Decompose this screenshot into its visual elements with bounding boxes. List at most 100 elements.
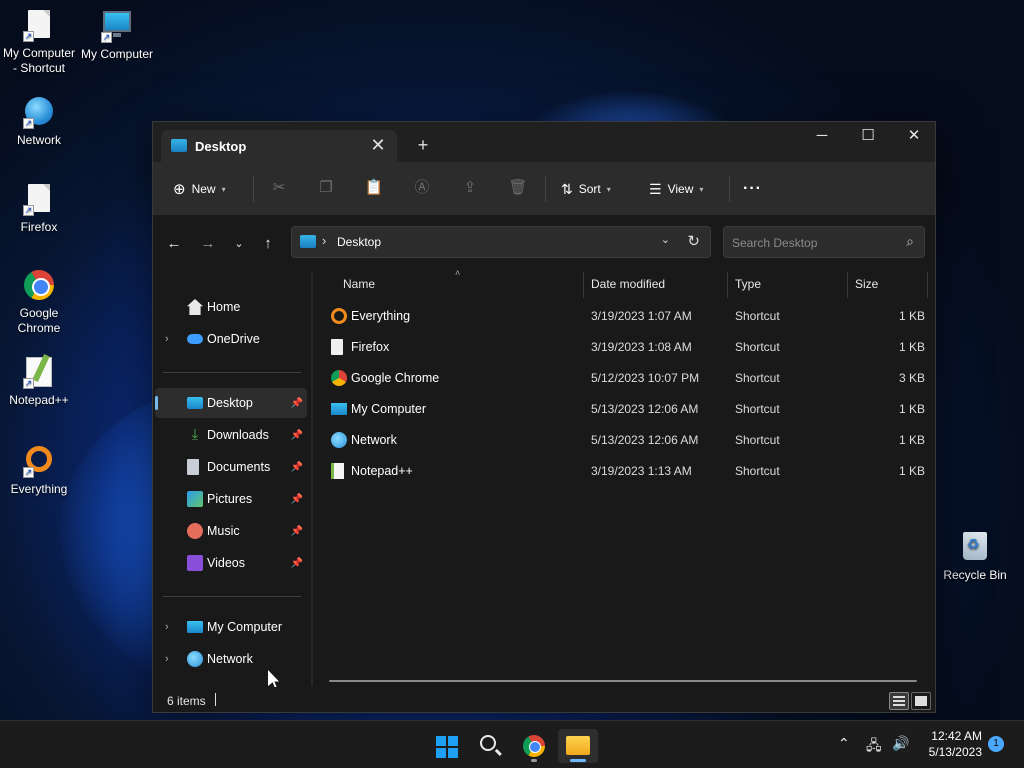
volume-icon[interactable]: 🔊 — [892, 735, 909, 752]
copy-icon[interactable]: ❐ — [314, 176, 338, 200]
refresh-icon[interactable]: ↻ — [687, 232, 700, 250]
file-type: Shortcut — [735, 371, 780, 385]
chevron-down-icon[interactable]: ⌄ — [661, 233, 670, 246]
file-row-firefox[interactable]: Firefox 3/19/2023 1:08 AM Shortcut 1 KB — [329, 332, 925, 363]
desktop-folder-icon — [300, 235, 316, 248]
maximize-button[interactable]: ☐ — [845, 122, 891, 152]
view-button[interactable]: ☰ View ▾ — [649, 174, 703, 204]
search-icon[interactable]: ⌕ — [906, 233, 914, 250]
command-bar: ⊕ New ▾ ✂ ❐ 📋 Ⓐ ⇪ 🗑 ⇅ Sort ▾ ☰ View ▾ ··… — [153, 162, 935, 216]
sidebar-item-music[interactable]: Music 📌 — [155, 516, 307, 546]
toolbar-divider — [545, 176, 546, 202]
desktop-icon-network[interactable]: ↗ Network — [0, 95, 78, 148]
file-size: 1 KB — [898, 464, 925, 478]
pin-icon[interactable]: 📌 — [291, 526, 303, 537]
title-bar[interactable]: Desktop ✕ + ─ ☐ ✕ — [153, 122, 935, 162]
sidebar-item-documents[interactable]: Documents 📌 — [155, 452, 307, 482]
close-tab-button[interactable]: ✕ — [367, 134, 389, 156]
sidebar-item-desktop[interactable]: Desktop 📌 — [155, 388, 307, 418]
desktop-icon-firefox[interactable]: ↗ Firefox — [0, 182, 78, 235]
chevron-right-icon[interactable]: › — [165, 621, 169, 633]
start-button[interactable] — [426, 729, 466, 763]
pin-icon[interactable]: 📌 — [291, 462, 303, 473]
column-header-date[interactable]: Date modified — [591, 272, 665, 296]
file-row-network[interactable]: Network 5/13/2023 12:06 AM Shortcut 1 KB — [329, 425, 925, 456]
file-type: Shortcut — [735, 464, 780, 478]
tab-desktop[interactable]: Desktop ✕ — [161, 130, 397, 162]
horizontal-scrollbar[interactable] — [329, 680, 917, 682]
taskbar-file-explorer[interactable] — [558, 729, 598, 763]
desktop-icon-everything[interactable]: ↗ Everything — [0, 443, 78, 497]
column-divider[interactable] — [727, 272, 728, 298]
network-status-icon[interactable]: 🖧 — [866, 735, 882, 759]
column-header-type[interactable]: Type — [735, 272, 761, 296]
new-button[interactable]: ⊕ New ▾ — [173, 174, 226, 204]
sidebar-item-videos[interactable]: Videos 📌 — [155, 548, 307, 578]
close-window-button[interactable]: ✕ — [891, 122, 937, 152]
sidebar-item-pictures[interactable]: Pictures 📌 — [155, 484, 307, 514]
download-arrow-icon: ⤓ — [191, 426, 199, 443]
file-row-notepad[interactable]: Notepad++ 3/19/2023 1:13 AM Shortcut 1 K… — [329, 456, 925, 487]
sidebar-item-network[interactable]: › Network — [155, 644, 307, 674]
rename-icon[interactable]: Ⓐ — [410, 176, 434, 200]
chevron-right-icon[interactable]: › — [165, 653, 169, 665]
file-row-google-chrome[interactable]: Google Chrome 5/12/2023 10:07 PM Shortcu… — [329, 363, 925, 394]
clock-date: 5/13/2023 — [928, 745, 982, 759]
sidebar-item-downloads[interactable]: ⤓ Downloads 📌 — [155, 420, 307, 450]
cloud-icon — [187, 334, 203, 344]
chevron-right-icon[interactable]: › — [165, 333, 169, 345]
item-count: 6 items — [167, 694, 206, 708]
column-divider[interactable] — [583, 272, 584, 298]
column-header-size[interactable]: Size — [855, 272, 878, 296]
desktop-icon-my-computer[interactable]: ↗ My Computer — [78, 8, 156, 62]
notification-badge[interactable]: 1 — [988, 736, 1004, 752]
file-row-my-computer[interactable]: My Computer 5/13/2023 12:06 AM Shortcut … — [329, 394, 925, 425]
desktop-icon-google-chrome[interactable]: Google Chrome — [0, 269, 78, 336]
navigation-pane: Home › OneDrive Desktop 📌 ⤓ Downloads 📌 … — [153, 272, 309, 686]
pin-icon[interactable]: 📌 — [291, 494, 303, 505]
up-button[interactable]: ↑ — [255, 232, 281, 256]
desktop-icon-label: Firefox — [20, 220, 58, 234]
file-date: 3/19/2023 1:08 AM — [591, 340, 692, 354]
desktop-icon-my-computer-shortcut[interactable]: ↗ My Computer - Shortcut — [0, 8, 78, 76]
column-divider[interactable] — [847, 272, 848, 298]
file-size: 1 KB — [898, 340, 925, 354]
system-clock[interactable]: 12:42 AM 5/13/2023 — [920, 728, 982, 760]
sort-button[interactable]: ⇅ Sort ▾ — [561, 174, 611, 204]
sort-icon: ⇅ — [561, 180, 573, 197]
minimize-button[interactable]: ─ — [799, 122, 845, 152]
share-icon[interactable]: ⇪ — [458, 176, 482, 200]
toolbar-divider — [729, 176, 730, 202]
column-divider[interactable] — [927, 272, 928, 298]
column-header-name[interactable]: Name — [343, 272, 375, 296]
taskbar-chrome[interactable] — [514, 729, 554, 763]
new-tab-button[interactable]: + — [411, 134, 435, 158]
sidebar-item-my-computer[interactable]: › My Computer — [155, 612, 307, 642]
back-button[interactable]: ← — [161, 232, 187, 256]
search-input[interactable] — [732, 234, 892, 252]
chevron-up-icon[interactable]: ⌃ — [838, 735, 850, 752]
delete-icon[interactable]: 🗑 — [506, 176, 530, 200]
pin-icon[interactable]: 📌 — [291, 398, 303, 409]
desktop-icon-recycle-bin[interactable]: Recycle Bin — [936, 530, 1014, 583]
recent-locations-button[interactable]: ⌄ — [226, 232, 252, 256]
details-view-icon[interactable] — [889, 692, 909, 710]
sidebar-item-home[interactable]: Home — [155, 292, 307, 322]
running-indicator — [531, 759, 537, 762]
search-box[interactable]: ⌕ — [723, 226, 925, 258]
desktop-icon-notepad[interactable]: ↗ Notepad++ — [0, 356, 78, 408]
file-row-everything[interactable]: Everything 3/19/2023 1:07 AM Shortcut 1 … — [329, 301, 925, 332]
document-shortcut-icon: ↗ — [23, 184, 55, 216]
pin-icon[interactable]: 📌 — [291, 430, 303, 441]
see-more-button[interactable]: ··· — [743, 174, 762, 204]
tiles-view-icon[interactable] — [911, 692, 931, 710]
forward-button[interactable]: → — [195, 232, 221, 256]
taskbar-search-button[interactable] — [470, 729, 510, 763]
address-bar[interactable]: › Desktop ⌄ ↻ — [291, 226, 711, 258]
pin-icon[interactable]: 📌 — [291, 558, 303, 569]
cut-icon[interactable]: ✂ — [267, 176, 291, 200]
desktop-icon-label: Google Chrome — [17, 306, 61, 335]
sidebar-item-onedrive[interactable]: › OneDrive — [155, 324, 307, 354]
paste-icon[interactable]: 📋 — [362, 176, 386, 200]
breadcrumb-desktop[interactable]: Desktop — [337, 235, 381, 249]
